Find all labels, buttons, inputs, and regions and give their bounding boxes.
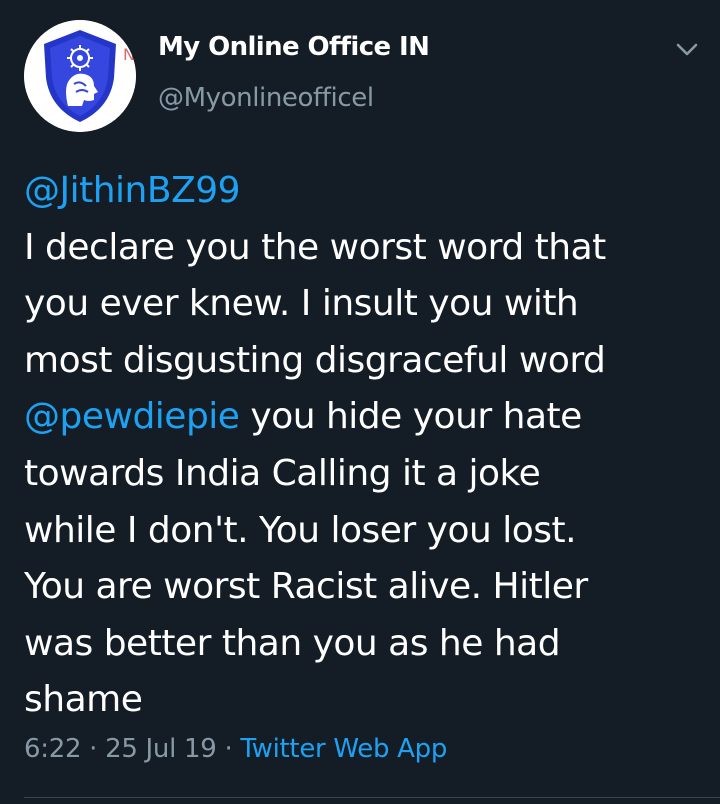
tweet-text-line: while I don't. You loser you lost.	[24, 503, 714, 560]
tweet-text-line: @JithinBZ99	[24, 163, 714, 220]
tweet-text-segment: towards India Calling it a joke	[24, 452, 541, 494]
tweet-text: @JithinBZ99 I declare you the worst word …	[24, 163, 714, 729]
tweet-text-segment: was better than you as he had	[24, 622, 561, 664]
tweet-text-segment: shame	[24, 679, 143, 721]
tweet-meta: 6:22 · 25 Jul 19 · Twitter Web App	[24, 734, 447, 764]
tweet: N My Online Office IN @Myonlineofficel @…	[0, 0, 720, 804]
shield-brain-logo-icon: N	[24, 20, 136, 132]
tweet-text-segment: most disgusting disgraceful word	[24, 339, 606, 381]
svg-text:N: N	[123, 45, 135, 64]
tweet-text-line: was better than you as he had	[24, 616, 714, 673]
tweet-text-line: You are worst Racist alive. Hitler	[24, 559, 714, 616]
tweet-text-segment: I declare you the worst word that	[24, 226, 606, 268]
tweet-text-line: shame	[24, 672, 714, 729]
meta-separator: ·	[224, 734, 233, 764]
tweet-text-segment: you hide your hate	[239, 396, 582, 438]
tweet-text-line: I declare you the worst word that	[24, 220, 714, 277]
meta-separator: ·	[89, 734, 98, 764]
author-handle[interactable]: @Myonlineofficel	[158, 83, 374, 113]
mention-link[interactable]: @JithinBZ99	[24, 170, 241, 211]
tweet-text-line: @pewdiepie you hide your hate	[24, 389, 714, 446]
tweet-text-line: you ever knew. I insult you with	[24, 276, 714, 333]
tweet-time[interactable]: 6:22	[24, 734, 81, 764]
tweet-text-line: towards India Calling it a joke	[24, 446, 714, 503]
tweet-menu-button[interactable]	[672, 38, 702, 60]
author-avatar[interactable]: N	[24, 20, 136, 132]
tweet-text-segment: You are worst Racist alive. Hitler	[24, 566, 588, 608]
chevron-down-icon	[676, 43, 698, 56]
tweet-text-segment: while I don't. You loser you lost.	[24, 509, 577, 551]
mention-link[interactable]: @pewdiepie	[24, 396, 240, 437]
divider	[24, 797, 720, 798]
author-name[interactable]: My Online Office IN	[158, 32, 430, 62]
tweet-date[interactable]: 25 Jul 19	[105, 734, 217, 764]
tweet-source-link[interactable]: Twitter Web App	[240, 734, 447, 764]
tweet-text-segment: you ever knew. I insult you with	[24, 283, 579, 325]
tweet-text-line: most disgusting disgraceful word	[24, 333, 714, 390]
